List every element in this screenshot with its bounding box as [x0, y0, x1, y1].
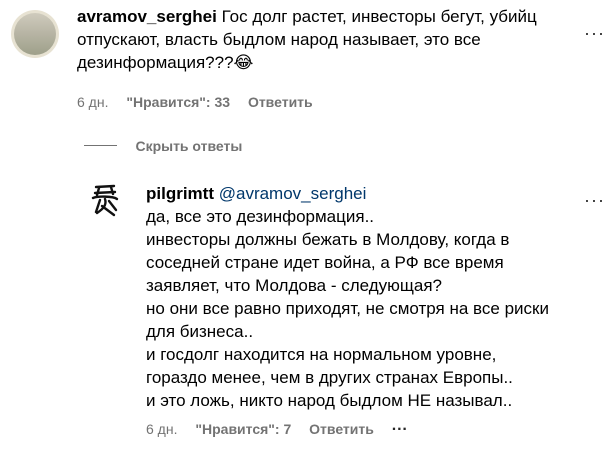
more-options-icon[interactable]: ··· [584, 190, 605, 211]
comment-meta: 6 дн. "Нравится": 33 Ответить [77, 94, 327, 110]
reply-button[interactable]: Ответить [309, 421, 374, 437]
reply-line: гораздо менее, чем в других странах Евро… [146, 368, 513, 387]
reply-meta: 6 дн. "Нравится": 7 Ответить ··· [146, 421, 422, 439]
reply-username[interactable]: pilgrimtt [146, 184, 214, 203]
comment-body: avramov_serghei Гос долг растет, инвесто… [77, 5, 597, 74]
likes-count[interactable]: "Нравится": 33 [126, 94, 230, 110]
hide-replies-toggle[interactable]: Скрыть ответы [84, 137, 242, 155]
comment-text-line: avramov_serghei Гос долг растет, инвесто… [77, 5, 597, 28]
comment-username[interactable]: avramov_serghei [77, 7, 217, 26]
reply-line: соседней стране идет война, а РФ все вре… [146, 253, 504, 272]
comment-text: Гос долг растет, инвесторы бегут, убийц [221, 7, 537, 26]
more-options-icon[interactable]: ··· [392, 421, 408, 438]
mention-link[interactable]: @avramov_serghei [219, 184, 367, 203]
reply-line: для бизнеса.. [146, 322, 254, 341]
avatar-logo-icon [83, 178, 127, 222]
comment-time: 6 дн. [77, 94, 109, 110]
likes-count[interactable]: "Нравится": 7 [195, 421, 291, 437]
reply-header: pilgrimtt @avramov_serghei [146, 182, 596, 205]
reply-line: инвесторы должны бежать в Молдову, когда… [146, 230, 510, 249]
comment-text: отпускают, власть быдлом народ называет,… [77, 30, 481, 49]
reply-avatar[interactable] [83, 178, 127, 222]
reply-time: 6 дн. [146, 421, 178, 437]
reply-line: и госдолг находится на нормальном уровне… [146, 345, 497, 364]
more-options-icon[interactable]: ··· [584, 23, 605, 44]
reply-body: pilgrimtt @avramov_serghei да, все это д… [146, 182, 596, 412]
hide-replies-label: Скрыть ответы [135, 137, 243, 154]
avatar-image [14, 13, 56, 55]
reply-line: да, все это дезинформация.. [146, 207, 375, 226]
comment-text: дезинформация??? [77, 53, 234, 72]
reply-line: и это ложь, никто народ быдлом НЕ называ… [146, 391, 513, 410]
hide-replies-line [84, 145, 117, 147]
reply-line: но они все равно приходят, не смотря на … [146, 299, 549, 318]
avatar[interactable] [11, 10, 59, 58]
reply-button[interactable]: Ответить [248, 94, 313, 110]
emoji: 😂 [233, 53, 254, 72]
reply-line: заявляет, что Молдова - следующая? [146, 276, 442, 295]
comment-text-line: дезинформация???😂 [77, 51, 597, 74]
